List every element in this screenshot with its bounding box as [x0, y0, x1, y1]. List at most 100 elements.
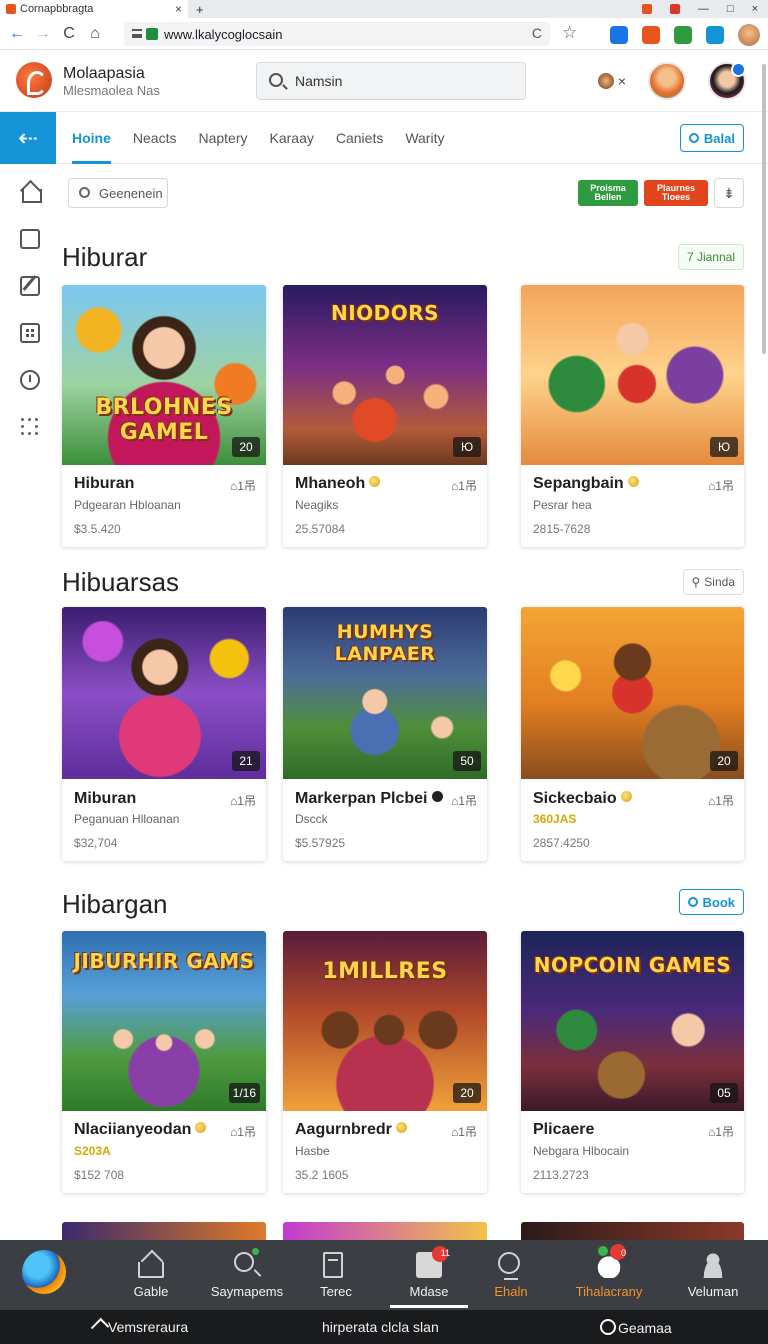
tab-neacts[interactable]: Neacts — [133, 112, 177, 164]
close-icon[interactable]: × — [618, 73, 626, 89]
card-title-text: Sepangbain — [533, 475, 624, 492]
card-peek — [521, 1222, 744, 1242]
system-back-button[interactable]: Vemsreraura — [94, 1319, 188, 1335]
section-pill[interactable]: 7 Jiannal — [677, 244, 744, 270]
page-info-icon[interactable] — [132, 29, 142, 38]
extension-icon[interactable] — [669, 4, 680, 14]
card-title: Sepangbain — [533, 475, 639, 493]
search-icon — [234, 1248, 259, 1272]
browser-tab[interactable]: Cornapbbragta × — [0, 0, 188, 18]
count-badge: 50 — [453, 751, 481, 771]
game-card[interactable]: JIBURHIR GAMS 1/16 Nlaciianyeodan ⌂1吊 S2… — [62, 931, 266, 1193]
card-subtitle: Nebgara Hlbocain — [533, 1144, 630, 1158]
balal-button[interactable]: Balal — [679, 124, 744, 152]
extension-icon[interactable] — [706, 26, 724, 44]
grid-icon[interactable] — [20, 323, 40, 343]
minimize-button[interactable]: — — [698, 3, 709, 15]
square-icon[interactable] — [20, 229, 40, 249]
user-avatar[interactable] — [648, 62, 686, 100]
shield-extension-icon[interactable] — [610, 26, 628, 44]
nav-item-saymapems[interactable]: Saymapems — [208, 1240, 286, 1310]
nav-item-veluman[interactable]: Veluman — [680, 1240, 746, 1310]
bookmark-star-icon[interactable]: ☆ — [562, 23, 577, 43]
browser-tab-title: Cornapbbragta — [20, 3, 94, 15]
card-price: 2857.4250 — [533, 836, 590, 850]
tab-caniets[interactable]: Caniets — [336, 112, 383, 164]
game-card[interactable]: NOPCOIN GAMES 05 Plicaere ⌂1吊 Nebgara Hl… — [521, 931, 744, 1193]
extension-icon[interactable] — [674, 26, 692, 44]
card-title-text: Sickecbaio — [533, 790, 617, 807]
nav-item-tihalacrany[interactable]: 0 Tihalacrany — [566, 1240, 652, 1310]
nav-item-ehaln[interactable]: Ehaln — [480, 1240, 542, 1310]
count-badge: 21 — [232, 751, 260, 771]
close-window-button[interactable]: × — [752, 3, 758, 15]
mini-avatar-icon[interactable] — [597, 73, 614, 89]
count-badge: 20 — [232, 437, 260, 457]
card-price: $32,704 — [74, 836, 118, 850]
filter-search-input[interactable]: Geenenein — [68, 178, 168, 208]
card-title: Sickecbaio — [533, 790, 632, 808]
system-recent-button[interactable]: Geamaa — [600, 1319, 672, 1336]
maximize-button[interactable]: □ — [727, 3, 734, 15]
back-arrow-button[interactable]: ⇠ — [0, 112, 56, 164]
extensions-area — [610, 24, 760, 46]
card-subtitle: Pesrar hea — [533, 498, 592, 512]
header-search-input[interactable]: Namsin — [256, 62, 526, 100]
promo-red-button[interactable]: Plaurnes Tioees — [644, 180, 708, 206]
book-button[interactable]: Book — [678, 889, 744, 915]
address-bar-row: ← → C ⌂ www.lkalycoglocsain C ☆ — [0, 18, 768, 50]
edit-icon[interactable] — [20, 276, 40, 296]
brand-logo-icon[interactable] — [16, 62, 52, 98]
url-field[interactable]: www.lkalycoglocsain C — [124, 22, 550, 46]
url-reload-icon[interactable]: C — [532, 25, 542, 41]
card-stat: ⌂1吊 — [708, 479, 734, 493]
section-pill[interactable]: ⚲ Sinda — [682, 569, 744, 595]
count-badge: Ю — [710, 437, 738, 457]
section-pill-label: Sinda — [704, 575, 735, 589]
card-stat: ⌂1吊 — [230, 794, 256, 808]
card-title: Nlaciianyeodan — [74, 1121, 207, 1139]
count-badge: Ю — [453, 437, 481, 457]
game-card[interactable]: 20 Sickecbaio ⌂1吊 360JAS 2857.4250 — [521, 607, 744, 861]
extension-icon[interactable] — [642, 26, 660, 44]
home-icon[interactable] — [20, 182, 42, 203]
game-card[interactable]: 1MILLRES 20 Aagurnbredr ⌂1吊 Hasbe 35.2 1… — [283, 931, 487, 1193]
circle-icon — [688, 133, 699, 143]
card-title-text: Miburan — [74, 790, 137, 807]
game-card[interactable]: HUMHYS LANPAER 50 Markerpan Plcbei ⌂1吊 D… — [283, 607, 487, 861]
clock-icon[interactable] — [20, 370, 40, 390]
forward-button[interactable]: → — [30, 25, 56, 43]
game-card[interactable]: Ю Sepangbain ⌂1吊 Pesrar hea 2815-7628 — [521, 285, 744, 547]
card-subtitle: Pdgearan Hbloanan — [74, 498, 181, 512]
nav-item-mdase[interactable]: 11 Mdase — [390, 1240, 468, 1310]
back-button[interactable]: ← — [4, 25, 30, 43]
brand-name: Molaapasia — [63, 65, 145, 82]
dots-icon[interactable] — [20, 417, 40, 437]
card-price: $5.57925 — [295, 836, 346, 850]
card-subtitle: Dscck — [295, 812, 328, 826]
game-card[interactable]: NIODORS Ю Mhaneoh ⌂1吊 Neagiks 25.57084 — [283, 285, 487, 547]
nav-item-gable[interactable]: Gable — [118, 1240, 184, 1310]
app-logo-icon[interactable] — [22, 1250, 66, 1294]
promo-green-button[interactable]: Proisma Bellen — [578, 180, 638, 206]
game-card[interactable]: BRLOHNES GAMEL 20 Hiburan ⌂1吊 Pdgearan H… — [62, 285, 266, 547]
system-home-button[interactable]: hirperata clcla slan — [322, 1319, 439, 1335]
coin-icon — [195, 1122, 207, 1133]
page-scrollbar[interactable] — [762, 64, 766, 354]
tab-warity[interactable]: Warity — [405, 112, 444, 164]
new-tab-button[interactable]: + — [196, 2, 204, 17]
sort-button[interactable]: ⇟ — [714, 178, 744, 208]
extension-icon[interactable] — [641, 4, 652, 14]
nav-item-terec[interactable]: Terec — [306, 1240, 366, 1310]
reload-button[interactable]: C — [56, 25, 82, 43]
tab-close-icon[interactable]: × — [175, 2, 182, 16]
tab-naptery[interactable]: Naptery — [198, 112, 247, 164]
thumbnail-title: NIODORS — [330, 301, 440, 325]
card-title: Miburan — [74, 790, 136, 808]
home-button[interactable]: ⌂ — [82, 25, 108, 43]
tab-karaay[interactable]: Karaay — [270, 112, 314, 164]
profile-avatar-icon[interactable] — [738, 24, 760, 46]
game-card[interactable]: 21 Miburan ⌂1吊 Peganuan Hlloanan $32,704 — [62, 607, 266, 861]
tab-home[interactable]: Hoine — [72, 112, 111, 164]
profile-avatar[interactable] — [708, 62, 746, 100]
